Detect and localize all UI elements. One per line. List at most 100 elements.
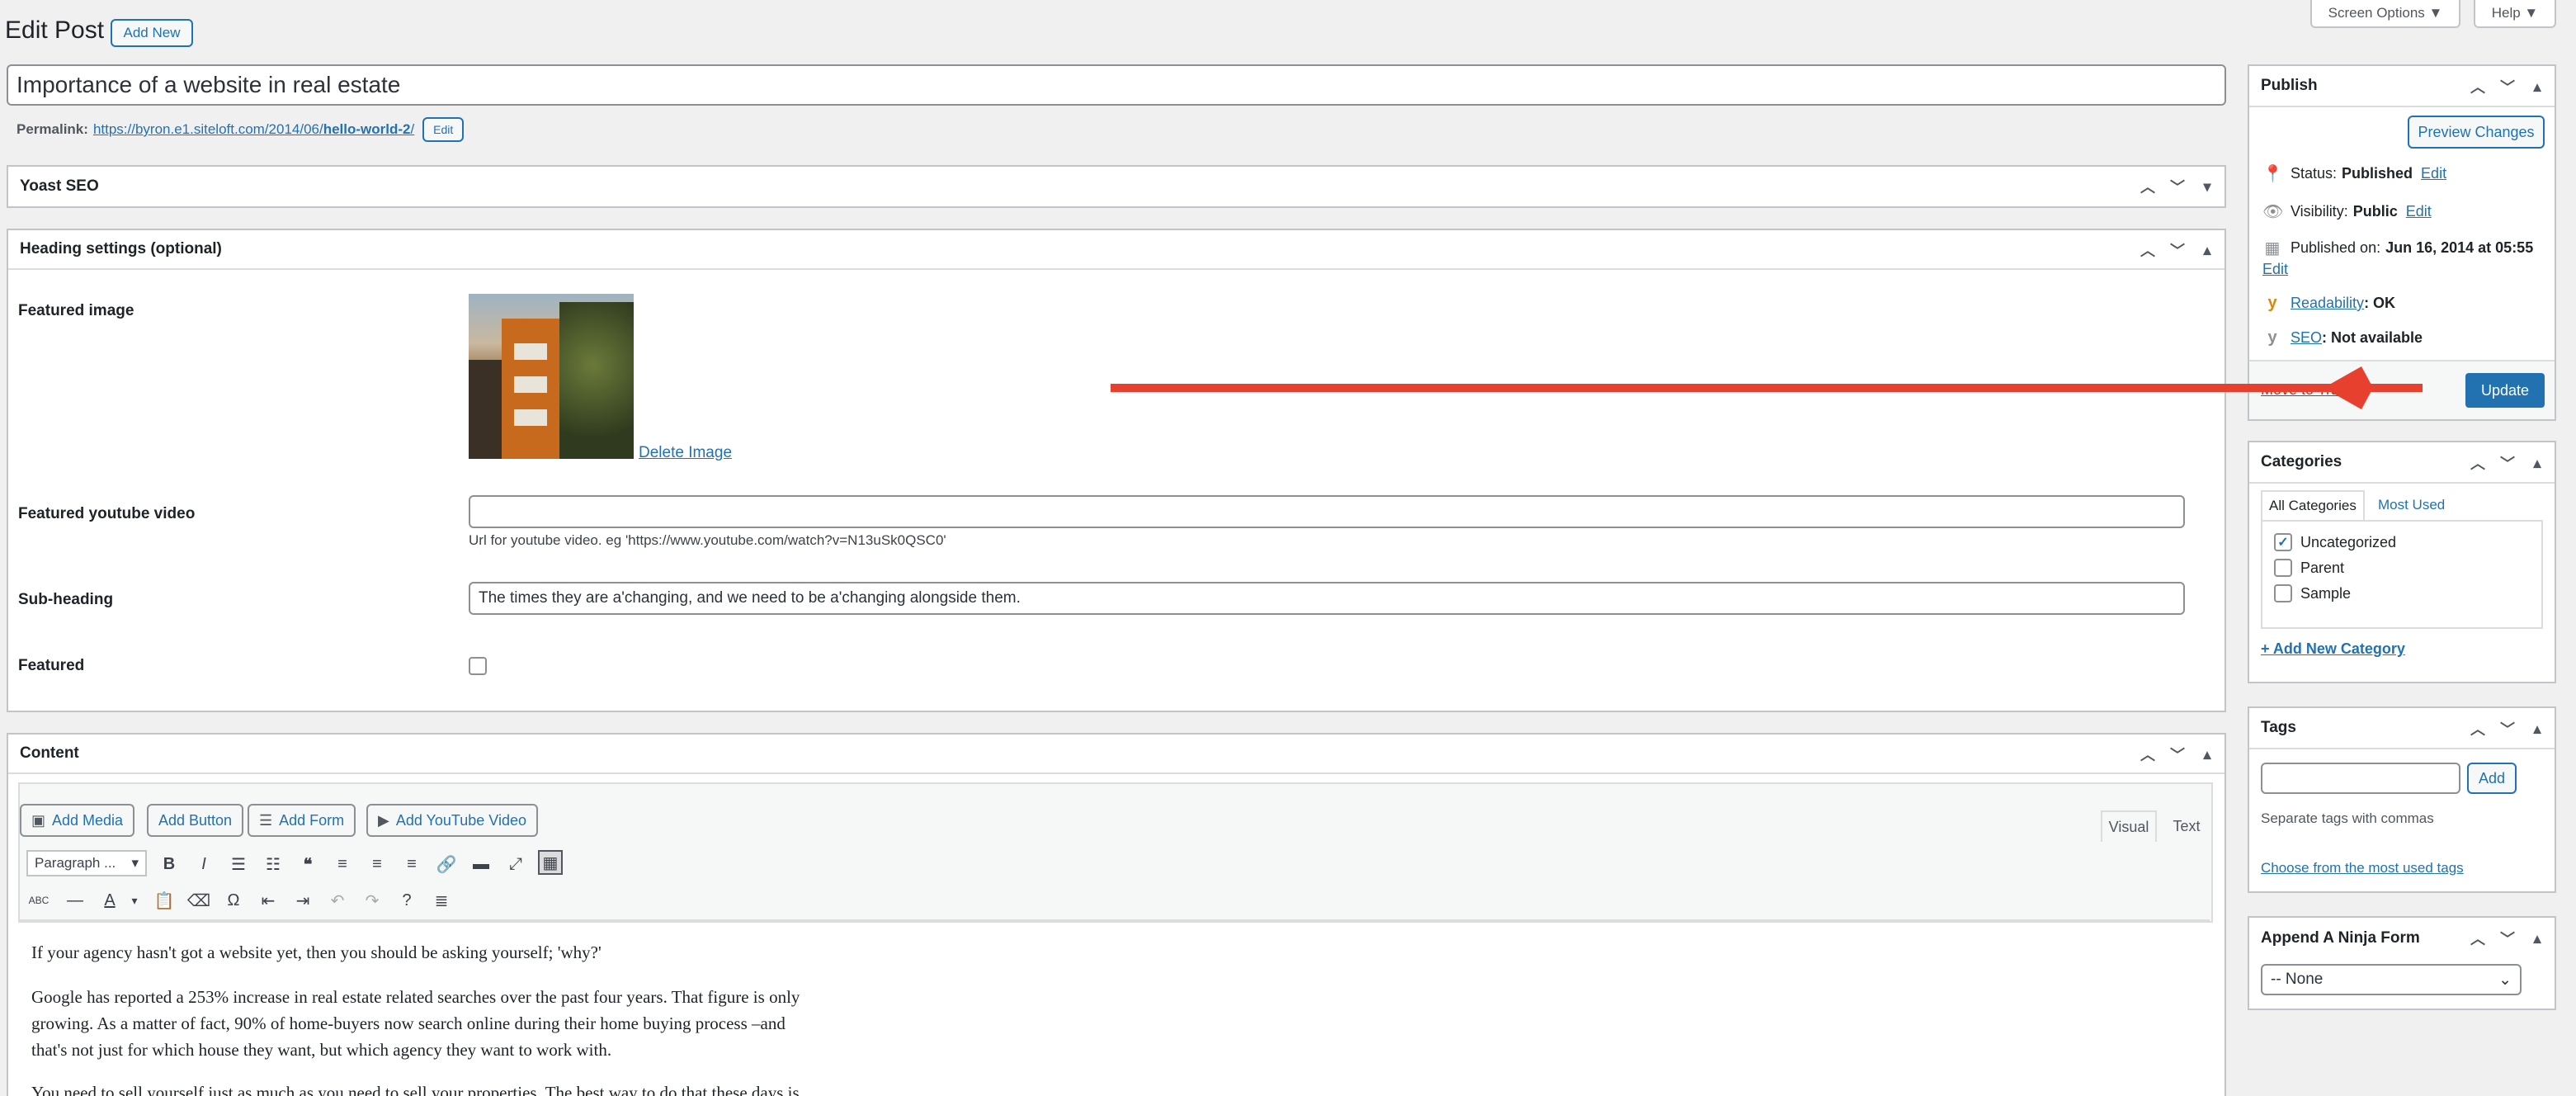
- move-down-icon[interactable]: ﹀: [2168, 239, 2187, 261]
- featured-checkbox[interactable]: [469, 657, 487, 675]
- categories-header[interactable]: Categories ︿ ﹀ ▴: [2249, 442, 2555, 484]
- move-down-icon[interactable]: ﹀: [2498, 928, 2517, 949]
- form-icon: ☰: [259, 811, 273, 829]
- chevron-down-icon[interactable]: ▾: [122, 888, 147, 913]
- subheading-input[interactable]: The times they are a'changing, and we ne…: [469, 582, 2185, 615]
- move-down-icon[interactable]: ﹀: [2168, 176, 2187, 197]
- delete-image-link[interactable]: Delete Image: [639, 444, 732, 462]
- published-edit-link[interactable]: Edit: [2262, 261, 2288, 278]
- heading-settings-header[interactable]: Heading settings (optional) ︿ ﹀ ▴: [8, 230, 2225, 270]
- toggle-arrow-icon[interactable]: ▾: [2198, 178, 2216, 196]
- align-center-icon[interactable]: ≡: [365, 852, 389, 876]
- toggle-arrow-icon[interactable]: ▴: [2198, 746, 2216, 763]
- toggle-arrow-icon[interactable]: ▴: [2198, 242, 2216, 259]
- ninja-form-header[interactable]: Append A Ninja Form ︿ ﹀ ▴: [2249, 918, 2555, 959]
- move-up-icon[interactable]: ︿: [2139, 744, 2157, 765]
- tags-input[interactable]: [2261, 763, 2460, 794]
- yoast-seo-header[interactable]: Yoast SEO ︿ ﹀ ▾: [8, 167, 2225, 206]
- move-up-icon[interactable]: ︿: [2469, 928, 2487, 949]
- visibility-edit-link[interactable]: Edit: [2406, 203, 2432, 220]
- help-icon[interactable]: ?: [394, 888, 419, 913]
- tab-visual[interactable]: Visual: [2101, 810, 2157, 842]
- content-header[interactable]: Content ︿ ﹀ ▴: [8, 735, 2225, 774]
- clear-formatting-icon[interactable]: ⌫: [186, 888, 211, 913]
- permalink-link[interactable]: https://byron.e1.siteloft.com/2014/06/he…: [93, 121, 414, 138]
- post-title-input[interactable]: Importance of a website in real estate: [7, 64, 2226, 106]
- categories-title: Categories: [2261, 453, 2342, 470]
- move-down-icon[interactable]: ﹀: [2498, 452, 2517, 474]
- move-down-icon[interactable]: ﹀: [2498, 718, 2517, 739]
- toggle-arrow-icon[interactable]: ▴: [2528, 720, 2546, 738]
- ninja-form-select[interactable]: -- None ⌄: [2261, 964, 2522, 995]
- special-character-icon[interactable]: Ω: [221, 888, 246, 913]
- update-button[interactable]: Update: [2465, 373, 2545, 408]
- move-up-icon[interactable]: ︿: [2139, 239, 2157, 261]
- read-more-icon[interactable]: ▬: [469, 852, 493, 876]
- move-up-icon[interactable]: ︿: [2469, 718, 2487, 739]
- bold-icon[interactable]: B: [157, 852, 182, 876]
- add-new-button[interactable]: Add New: [111, 19, 193, 47]
- align-right-icon[interactable]: ≡: [399, 852, 424, 876]
- toolbar-toggle-icon[interactable]: ▦: [538, 850, 563, 875]
- blockquote-icon[interactable]: ❝: [295, 852, 320, 876]
- paste-text-icon[interactable]: 📋: [152, 888, 177, 913]
- add-media-button[interactable]: ▣ Add Media: [20, 804, 135, 837]
- preview-changes-button[interactable]: Preview Changes: [2408, 116, 2545, 149]
- permalink-edit-button[interactable]: Edit: [422, 117, 465, 142]
- arrow-shaft: [1111, 384, 2423, 392]
- readability-link[interactable]: Readability: [2291, 295, 2364, 311]
- italic-icon[interactable]: I: [191, 852, 216, 876]
- numbered-list-icon[interactable]: ☷: [261, 852, 285, 876]
- category-item[interactable]: Sample: [2274, 584, 2351, 602]
- category-checkbox[interactable]: [2274, 559, 2292, 577]
- category-label: Uncategorized: [2300, 533, 2397, 550]
- tab-all-categories[interactable]: All Categories: [2261, 490, 2365, 520]
- tab-most-used[interactable]: Most Used: [2378, 497, 2445, 513]
- category-item[interactable]: Parent: [2274, 559, 2344, 577]
- fullscreen-icon[interactable]: ⤢: [503, 852, 528, 876]
- readability-value: : OK: [2364, 295, 2396, 311]
- box-controls: ︿ ﹀ ▴: [2139, 735, 2216, 774]
- indent-icon[interactable]: ⇥: [290, 888, 315, 913]
- youtube-url-input[interactable]: [469, 495, 2185, 528]
- move-up-icon[interactable]: ︿: [2469, 452, 2487, 474]
- outdent-icon[interactable]: ⇤: [256, 888, 281, 913]
- permalink: Permalink: https://byron.e1.siteloft.com…: [17, 117, 465, 142]
- seo-row: y SEO: Not available: [2262, 328, 2423, 347]
- text-color-icon[interactable]: A: [97, 888, 122, 913]
- featured-image-thumbnail[interactable]: [469, 294, 634, 459]
- horizontal-line-icon[interactable]: —: [63, 888, 87, 913]
- publish-header[interactable]: Publish ︿ ﹀ ▴: [2249, 66, 2555, 107]
- move-up-icon[interactable]: ︿: [2469, 76, 2487, 97]
- tags-header[interactable]: Tags ︿ ﹀ ▴: [2249, 708, 2555, 749]
- link-icon[interactable]: 🔗: [434, 852, 459, 876]
- choose-most-used-tags-link[interactable]: Choose from the most used tags: [2261, 860, 2464, 876]
- visibility-label: Visibility:: [2291, 203, 2348, 220]
- tab-text[interactable]: Text: [2162, 810, 2211, 842]
- add-button-button[interactable]: Add Button: [147, 804, 244, 837]
- strikethrough-icon[interactable]: ABC: [26, 888, 51, 913]
- category-item[interactable]: ✓ Uncategorized: [2274, 533, 2396, 551]
- status-edit-link[interactable]: Edit: [2421, 165, 2446, 182]
- move-down-icon[interactable]: ﹀: [2168, 744, 2187, 765]
- add-youtube-video-button[interactable]: ▶ Add YouTube Video: [366, 804, 538, 837]
- toggle-arrow-icon[interactable]: ▴: [2528, 455, 2546, 472]
- align-left-icon[interactable]: ≡: [330, 852, 355, 876]
- add-new-category-link[interactable]: + Add New Category: [2261, 640, 2405, 658]
- help-button[interactable]: Help ▼: [2474, 0, 2556, 28]
- category-checkbox[interactable]: [2274, 584, 2292, 602]
- toggle-arrow-icon[interactable]: ▴: [2528, 78, 2546, 96]
- bullet-list-icon[interactable]: ☰: [226, 852, 251, 876]
- screen-options-button[interactable]: Screen Options ▼: [2310, 0, 2460, 28]
- add-tag-button[interactable]: Add: [2467, 763, 2517, 794]
- redo-icon[interactable]: ↷: [360, 888, 385, 913]
- category-checkbox[interactable]: ✓: [2274, 533, 2292, 551]
- undo-icon[interactable]: ↶: [325, 888, 350, 913]
- toggle-arrow-icon[interactable]: ▴: [2528, 930, 2546, 947]
- seo-link[interactable]: SEO: [2291, 329, 2322, 346]
- add-form-button[interactable]: ☰ Add Form: [248, 804, 356, 837]
- move-down-icon[interactable]: ﹀: [2498, 76, 2517, 97]
- move-up-icon[interactable]: ︿: [2139, 176, 2157, 197]
- format-select[interactable]: Paragraph ... ▾: [26, 850, 147, 876]
- shortcode-icon[interactable]: ≣: [429, 888, 454, 913]
